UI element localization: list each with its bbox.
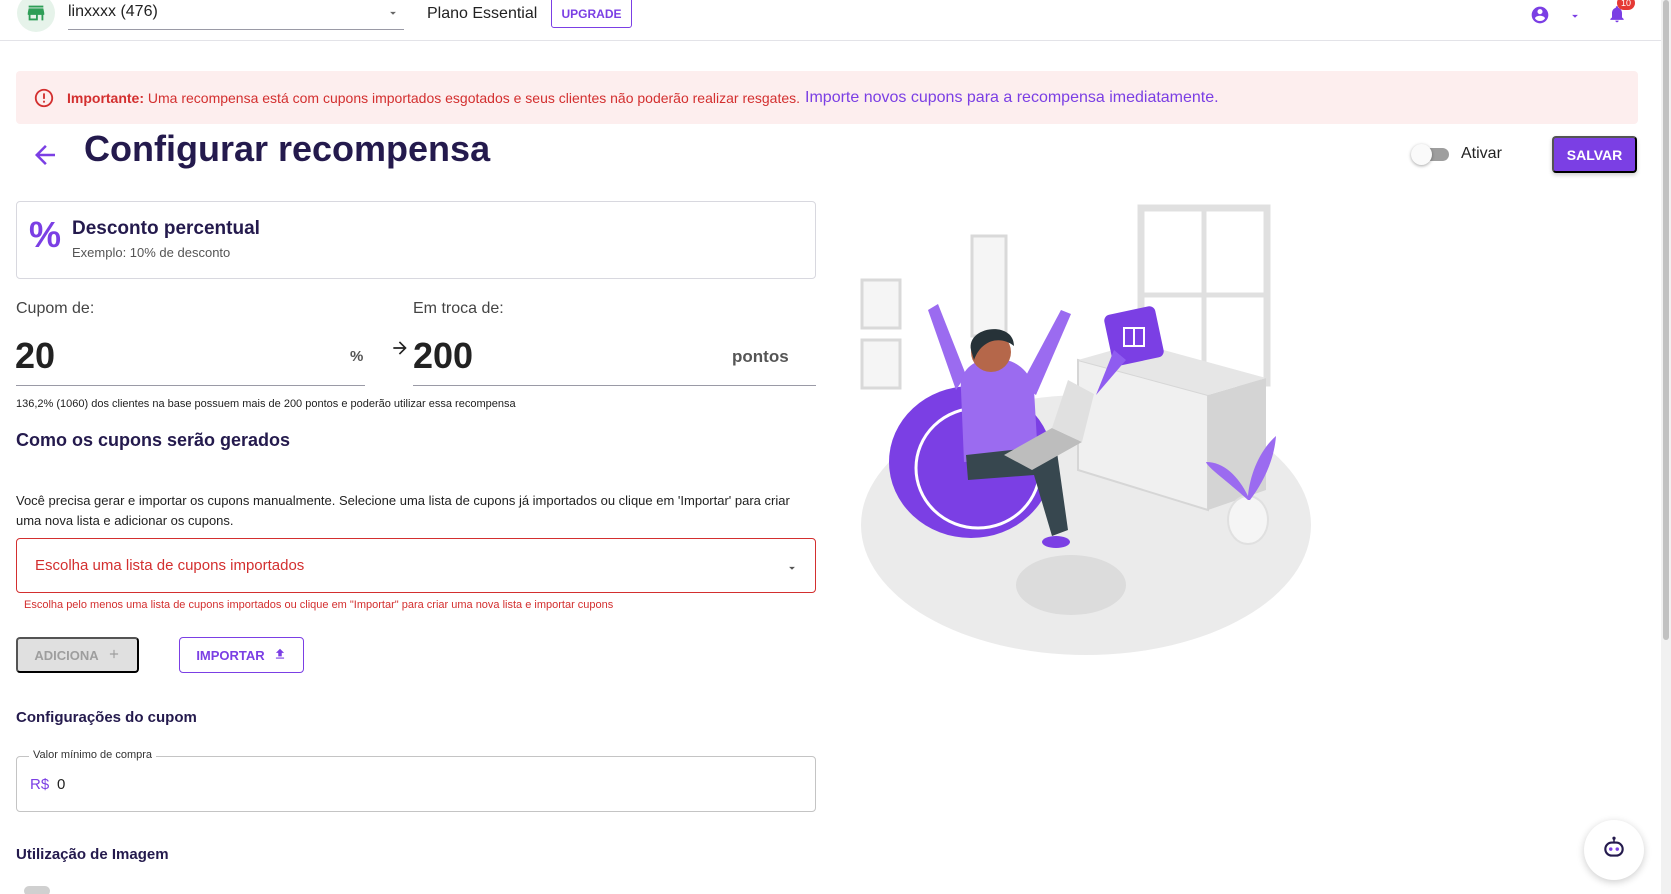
toggle-knob bbox=[1411, 144, 1432, 165]
arrow-right-icon bbox=[390, 338, 410, 363]
min-purchase-value[interactable]: 0 bbox=[57, 776, 65, 793]
account-circle-icon[interactable] bbox=[1530, 5, 1550, 30]
min-purchase-field[interactable]: Valor mínimo de compra R$ 0 bbox=[16, 749, 816, 812]
image-usage-heading: Utilização de Imagem bbox=[16, 846, 169, 863]
scrollbar[interactable] bbox=[1661, 0, 1671, 894]
top-bar: linxxxx (476) Plano Essential UPGRADE 10 bbox=[0, 0, 1661, 41]
alert-text: Importante: Uma recompensa está com cupo… bbox=[67, 90, 800, 106]
image-usage-toggle[interactable] bbox=[24, 886, 50, 894]
customers-hint: 136,2% (1060) dos clientes na base possu… bbox=[16, 398, 516, 410]
import-button-label: IMPORTAR bbox=[196, 647, 265, 663]
min-purchase-label: Valor mínimo de compra bbox=[29, 749, 157, 761]
notification-badge: 10 bbox=[1617, 0, 1635, 10]
chevron-down-icon[interactable] bbox=[1568, 9, 1582, 28]
percent-icon: % bbox=[29, 214, 62, 255]
coupon-config-heading: Configurações do cupom bbox=[16, 709, 197, 726]
plan-label: Plano Essential bbox=[427, 5, 538, 22]
coupon-list-error: Escolha pelo menos uma lista de cupons i… bbox=[24, 599, 614, 611]
coupon-unit: % bbox=[350, 348, 364, 365]
currency-prefix: R$ bbox=[30, 776, 50, 793]
page: linxxxx (476) Plano Essential UPGRADE 10… bbox=[0, 0, 1671, 894]
alert-bold: Importante: bbox=[67, 89, 144, 106]
activate-toggle-label: Ativar bbox=[1461, 145, 1502, 162]
store-selector-value: linxxxx (476) bbox=[68, 3, 158, 20]
add-button[interactable]: ADICIONA bbox=[16, 637, 139, 673]
store-selector[interactable]: linxxxx (476) bbox=[68, 0, 404, 30]
page-title: Configurar recompensa bbox=[84, 128, 491, 169]
points-underline bbox=[413, 385, 816, 386]
chevron-down-icon bbox=[386, 6, 400, 25]
reward-illustration bbox=[860, 204, 1311, 655]
upgrade-button[interactable]: UPGRADE bbox=[551, 0, 632, 28]
reward-type-name: Desconto percentual bbox=[72, 218, 260, 239]
warning-alert: Importante: Uma recompensa está com cupo… bbox=[16, 71, 1638, 124]
coupon-value-input[interactable]: 20 bbox=[15, 335, 55, 377]
upload-icon bbox=[273, 647, 287, 664]
robot-icon bbox=[1601, 835, 1627, 866]
coupon-underline bbox=[16, 385, 365, 386]
coupon-list-placeholder: Escolha uma lista de cupons importados bbox=[35, 557, 305, 574]
scrollbar-thumb[interactable] bbox=[1663, 0, 1669, 640]
chatbot-button[interactable] bbox=[1584, 820, 1644, 880]
add-button-label: ADICIONA bbox=[34, 647, 99, 663]
coupon-label: Cupom de: bbox=[16, 300, 95, 317]
error-outline-icon bbox=[33, 87, 55, 109]
reward-type-example: Exemplo: 10% de desconto bbox=[72, 245, 231, 260]
import-coupons-link[interactable]: Importe novos cupons para a recompensa i… bbox=[805, 89, 1219, 107]
alert-message: Uma recompensa está com cupons importado… bbox=[144, 89, 801, 106]
points-unit: pontos bbox=[732, 347, 789, 366]
save-button[interactable]: SALVAR bbox=[1552, 136, 1637, 173]
generation-heading: Como os cupons serão gerados bbox=[16, 430, 291, 450]
activate-toggle[interactable] bbox=[1411, 144, 1449, 165]
arrow-left-icon[interactable] bbox=[30, 140, 60, 175]
import-button[interactable]: IMPORTAR bbox=[179, 637, 304, 673]
points-value-input[interactable]: 200 bbox=[413, 335, 473, 377]
points-label: Em troca de: bbox=[413, 300, 504, 317]
plus-icon bbox=[107, 647, 121, 664]
generation-description: Você precisa gerar e importar os cupons … bbox=[16, 493, 790, 528]
chevron-down-icon bbox=[785, 561, 799, 580]
reward-type-card[interactable]: % Desconto percentual Exemplo: 10% de de… bbox=[16, 201, 816, 279]
store-icon bbox=[17, 0, 55, 32]
coupon-list-select[interactable]: Escolha uma lista de cupons importados bbox=[16, 538, 816, 593]
